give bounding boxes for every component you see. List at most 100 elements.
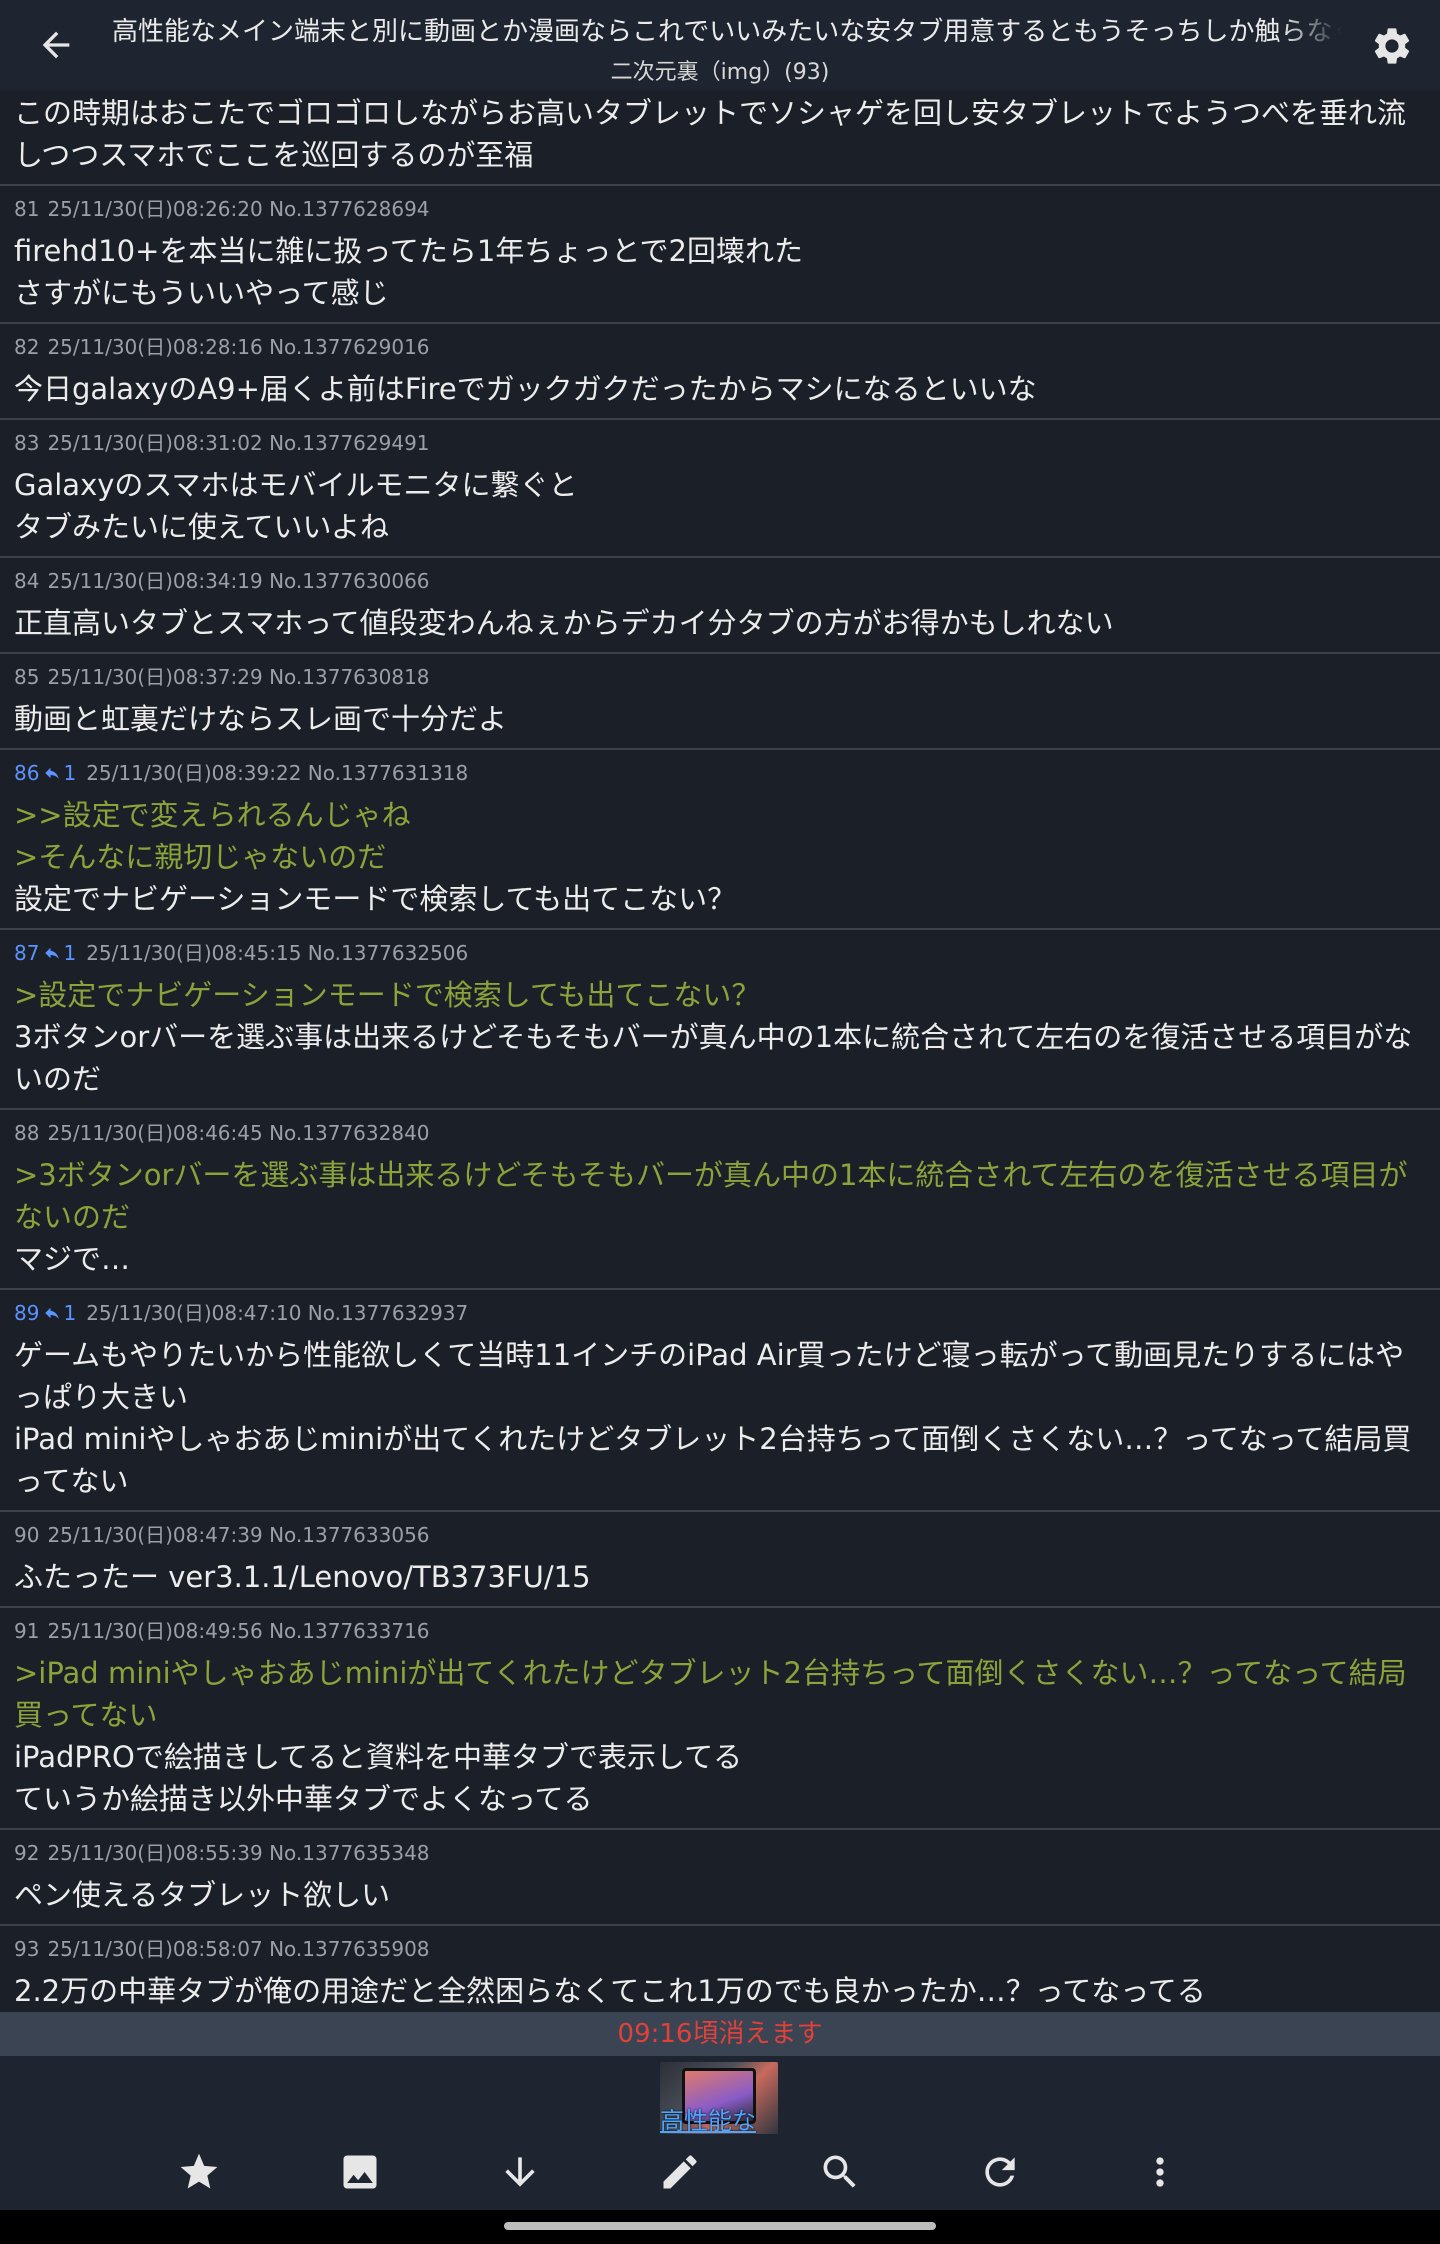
- post[interactable]: 93 25/11/30(日)08:58:07 No.1377635908 2.2万の…: [0, 1926, 1440, 2012]
- post-date-id: 25/11/30(日)08:45:15 No.1377632506: [86, 941, 469, 965]
- search-icon: [823, 2155, 856, 2188]
- home-gesture-handle[interactable]: [504, 2222, 936, 2230]
- thread-title: 高性能なメイン端末と別に動画とか漫画ならこれでいいみたいな安タブ用意するともうそ…: [112, 14, 1342, 50]
- post-number[interactable]: 92: [14, 1838, 39, 1868]
- post-date-id: 25/11/30(日)08:31:02 No.1377629491: [47, 431, 430, 455]
- post-meta: 84 25/11/30(日)08:34:19 No.1377630066: [14, 566, 1426, 596]
- image-icon: [343, 2155, 377, 2189]
- reply-count: 1: [63, 761, 77, 785]
- scroll-down-button[interactable]: [485, 2142, 555, 2202]
- text-line: 動画と虹裏だけならスレ画で十分だよ: [14, 702, 508, 736]
- post[interactable]: 82 25/11/30(日)08:28:16 No.1377629016 今日gal…: [0, 324, 1440, 420]
- reply-arrow-icon: [45, 1307, 60, 1319]
- thread-thumbnail[interactable]: 高性能な: [660, 2062, 778, 2134]
- post-date-id: 25/11/30(日)08:49:56 No.1377633716: [47, 1619, 430, 1643]
- post-number[interactable]: 87: [14, 938, 39, 968]
- star-icon: [180, 2153, 218, 2189]
- post-number[interactable]: 93: [14, 1934, 39, 1964]
- post-number[interactable]: 90: [14, 1520, 39, 1550]
- post-number[interactable]: 82: [14, 332, 39, 362]
- post-body: ペン使えるタブレット欲しい: [14, 1874, 1426, 1916]
- text-line: タブみたいに使えていいよね: [14, 510, 389, 544]
- post-number[interactable]: 83: [14, 428, 39, 458]
- post[interactable]: 90 25/11/30(日)08:47:39 No.1377633056 ふたったー…: [0, 1512, 1440, 1608]
- post-meta: 86 1 25/11/30(日)08:39:22 No.1377631318: [14, 758, 1426, 788]
- post-body: ふたったー ver3.1.1/Lenovo/TB373FU/15: [14, 1556, 1426, 1598]
- thread-list[interactable]: この時期はおこたでゴロゴロしながらお高いタブレットでソシャゲを回し安タブレットで…: [0, 90, 1440, 2012]
- post-body: >設定でナビゲーションモードで検索しても出てこない？ 3ボタンorバーを選ぶ事は出…: [14, 974, 1426, 1100]
- text-line: この時期はおこたでゴロゴロしながらお高いタブレットでソシャゲを回し安タブレットで…: [14, 96, 1407, 130]
- post-number[interactable]: 86: [14, 758, 39, 788]
- text-line: ふたったー ver3.1.1/Lenovo/TB373FU/15: [14, 1560, 591, 1594]
- post[interactable]: 81 25/11/30(日)08:26:20 No.1377628694 fireh…: [0, 186, 1440, 324]
- reply-button[interactable]: [645, 2142, 715, 2202]
- post-body: 2.2万の中華タブが俺の用途だと全然困らなくてこれ1万のでも良かったか…？ってな…: [14, 1970, 1426, 2012]
- images-button[interactable]: [325, 2142, 395, 2202]
- edit-pencil-icon: [663, 2155, 697, 2189]
- search-button[interactable]: [805, 2142, 875, 2202]
- post[interactable]: 85 25/11/30(日)08:37:29 No.1377630818 動画と虹裏…: [0, 654, 1440, 750]
- quote-line: >>設定で変えられるんじゃね: [14, 798, 411, 832]
- text-line: 設定でナビゲーションモードで検索しても出てこない？: [14, 882, 737, 916]
- text-line: 今日galaxyのA9+届くよ前はFireでガックガクだったからマシになるといい…: [14, 372, 1037, 406]
- post-meta: 83 25/11/30(日)08:31:02 No.1377629491: [14, 428, 1426, 458]
- post-date-id: 25/11/30(日)08:46:45 No.1377632840: [47, 1121, 430, 1145]
- reply-count: 1: [63, 1301, 77, 1325]
- text-line: firehd10+を本当に雑に扱ってたら1年ちょっとで2回壊れた: [14, 234, 803, 268]
- post-date-id: 25/11/30(日)08:37:29 No.1377630818: [47, 665, 430, 689]
- post-date-id: 25/11/30(日)08:47:10 No.1377632937: [86, 1301, 469, 1325]
- refresh-button[interactable]: [965, 2142, 1035, 2202]
- post-number[interactable]: 84: [14, 566, 39, 596]
- more-vert-icon: [1156, 2157, 1164, 2187]
- app-header: 高性能なメイン端末と別に動画とか漫画ならこれでいいみたいな安タブ用意するともうそ…: [0, 0, 1440, 90]
- post-date-id: 25/11/30(日)08:39:22 No.1377631318: [86, 761, 469, 785]
- quote-line: ないのだ: [14, 1200, 131, 1234]
- post-meta: 91 25/11/30(日)08:49:56 No.1377633716: [14, 1616, 1426, 1646]
- quote-line: >設定でナビゲーションモードで検索しても出てこない？: [14, 978, 761, 1012]
- quote-line: >iPad miniやしゃおあじminiが出てくれたけどタブレット2台持ちって面…: [14, 1656, 1407, 1690]
- text-line: いのだ: [14, 1062, 102, 1096]
- post-body: 動画と虹裏だけならスレ画で十分だよ: [14, 698, 1426, 740]
- post[interactable]: 91 25/11/30(日)08:49:56 No.1377633716 >iPad…: [0, 1608, 1440, 1830]
- post-number[interactable]: 89: [14, 1298, 39, 1328]
- text-line: ていうか絵描き以外中華タブでよくなってる: [14, 1782, 593, 1816]
- text-line: iPadPROで絵描きしてると資料を中華タブで表示してる: [14, 1740, 743, 1774]
- post-number[interactable]: 91: [14, 1616, 39, 1646]
- post[interactable]: 83 25/11/30(日)08:31:02 No.1377629491 Galax…: [0, 420, 1440, 558]
- post-date-id: 25/11/30(日)08:26:20 No.1377628694: [47, 197, 430, 221]
- bottom-toolbar: 高性能な: [0, 2056, 1440, 2210]
- post[interactable]: 88 25/11/30(日)08:46:45 No.1377632840 >3ボタン…: [0, 1110, 1440, 1290]
- post-number[interactable]: 85: [14, 662, 39, 692]
- post-meta: 82 25/11/30(日)08:28:16 No.1377629016: [14, 332, 1426, 362]
- text-line: マジで…: [14, 1242, 131, 1276]
- post-body: >iPad miniやしゃおあじminiが出てくれたけどタブレット2台持ちって面…: [14, 1652, 1426, 1820]
- post-number[interactable]: 88: [14, 1118, 39, 1148]
- text-line: ゲームもやりたいから性能欲しくて当時11インチのiPad Air買ったけど寝っ転…: [14, 1338, 1405, 1372]
- reply-arrow-icon: [45, 947, 60, 959]
- gear-icon: [1374, 28, 1410, 64]
- reply-count-badge[interactable]: 1: [43, 758, 76, 788]
- post-meta: 88 25/11/30(日)08:46:45 No.1377632840: [14, 1118, 1426, 1148]
- text-line: 2.2万の中華タブが俺の用途だと全然困らなくてこれ1万のでも良かったか…？ってな…: [14, 1974, 1206, 2008]
- post-body: 正直高いタブとスマホって値段変わんねぇからデカイ分タブの方がお得かもしれない: [14, 602, 1426, 644]
- text-line: さすがにもういいやって感じ: [14, 276, 389, 310]
- post[interactable]: この時期はおこたでゴロゴロしながらお高いタブレットでソシャゲを回し安タブレットで…: [0, 90, 1440, 186]
- reply-count-badge[interactable]: 1: [43, 1298, 76, 1328]
- favorite-button[interactable]: [164, 2142, 234, 2202]
- refresh-icon: [985, 2157, 1015, 2187]
- post[interactable]: 86 1 25/11/30(日)08:39:22 No.1377631318 >>設定…: [0, 750, 1440, 930]
- post-date-id: 25/11/30(日)08:55:39 No.1377635348: [47, 1841, 430, 1865]
- more-button[interactable]: [1125, 2142, 1195, 2202]
- post[interactable]: 84 25/11/30(日)08:34:19 No.1377630066 正直高いタ…: [0, 558, 1440, 654]
- reply-count: 1: [63, 941, 77, 965]
- post-body: firehd10+を本当に雑に扱ってたら1年ちょっとで2回壊れた さすがにもういい…: [14, 230, 1426, 314]
- settings-button[interactable]: [1360, 14, 1424, 78]
- thumbnail-link-label[interactable]: 高性能な: [660, 2106, 778, 2134]
- post[interactable]: 89 1 25/11/30(日)08:47:10 No.1377632937 ゲームも…: [0, 1290, 1440, 1512]
- reply-count-badge[interactable]: 1: [43, 938, 76, 968]
- post[interactable]: 92 25/11/30(日)08:55:39 No.1377635348 ペン使える…: [0, 1830, 1440, 1926]
- post-number[interactable]: 81: [14, 194, 39, 224]
- post-body: 今日galaxyのA9+届くよ前はFireでガックガクだったからマシになるといい…: [14, 368, 1426, 410]
- text-line: ってない: [14, 1464, 129, 1498]
- post[interactable]: 87 1 25/11/30(日)08:45:15 No.1377632506 >設定で…: [0, 930, 1440, 1110]
